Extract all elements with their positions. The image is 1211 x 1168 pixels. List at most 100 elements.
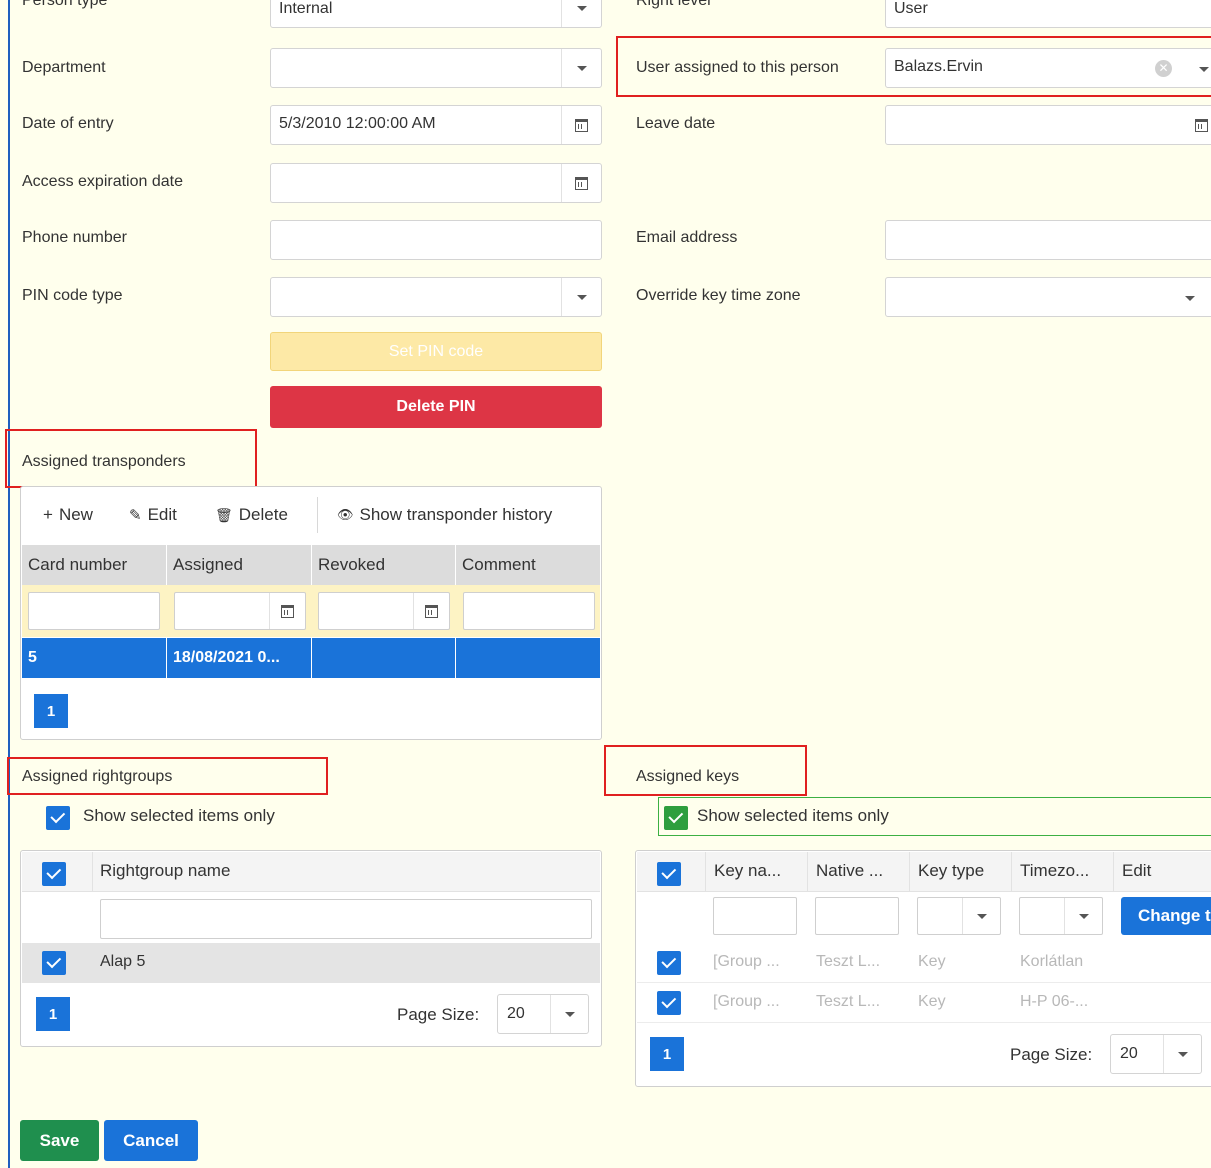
column-divider bbox=[909, 852, 910, 892]
calendar-icon[interactable] bbox=[561, 106, 601, 144]
column-header-comment[interactable]: Comment bbox=[456, 545, 600, 585]
calendar-icon[interactable] bbox=[1195, 119, 1208, 132]
email-input[interactable] bbox=[885, 220, 1211, 260]
chevron-down-icon[interactable] bbox=[1064, 898, 1102, 934]
calendar-icon[interactable] bbox=[561, 164, 601, 202]
page-size-label: Page Size: bbox=[1010, 1045, 1093, 1064]
cell-comment bbox=[456, 638, 600, 678]
chevron-down-icon[interactable] bbox=[561, 49, 601, 87]
eye-icon: 👁 bbox=[337, 507, 354, 522]
filter-card-number[interactable] bbox=[28, 592, 160, 630]
table-row[interactable]: [Group ... Teszt L... Key H-P 06-... bbox=[637, 983, 1211, 1023]
row-checkbox[interactable] bbox=[657, 951, 681, 975]
page-1-button[interactable]: 1 bbox=[650, 1037, 684, 1071]
show-history-button[interactable]: 👁 Show transponder history bbox=[337, 505, 552, 525]
cell-assigned: 18/08/2021 0... bbox=[167, 638, 312, 678]
column-divider bbox=[705, 852, 706, 892]
show-selected-keys-checkbox[interactable] bbox=[664, 806, 688, 830]
cell-key-name: [Group ... bbox=[713, 993, 780, 1010]
leave-date-input[interactable] bbox=[885, 105, 1211, 145]
edit-transponder-button[interactable]: ✎ Edit bbox=[129, 505, 177, 525]
set-pin-button[interactable]: Set PIN code bbox=[270, 332, 602, 371]
pin-type-select[interactable] bbox=[270, 277, 602, 317]
delete-transponder-button[interactable]: 🗑 Delete bbox=[215, 505, 288, 525]
page-size-label: Page Size: bbox=[397, 1005, 480, 1024]
chevron-down-icon[interactable] bbox=[561, 0, 601, 27]
department-select[interactable] bbox=[270, 48, 602, 88]
chevron-down-icon[interactable] bbox=[1185, 296, 1195, 301]
table-row[interactable]: Alap 5 bbox=[22, 943, 600, 983]
filter-key-type[interactable] bbox=[917, 897, 1001, 935]
page-1-button[interactable]: 1 bbox=[34, 694, 68, 728]
page-1-button[interactable]: 1 bbox=[36, 997, 70, 1031]
clear-icon[interactable]: ✕ bbox=[1155, 60, 1172, 77]
filter-key-name[interactable] bbox=[713, 897, 797, 935]
row-checkbox[interactable] bbox=[657, 991, 681, 1015]
calendar-icon[interactable] bbox=[269, 593, 305, 629]
access-expiration-label: Access expiration date bbox=[22, 173, 183, 190]
column-header-native[interactable]: Native ... bbox=[816, 861, 883, 881]
show-selected-rightgroups-label: Show selected items only bbox=[83, 806, 275, 825]
change-timezone-button[interactable]: Change t bbox=[1121, 897, 1211, 935]
history-label: Show transponder history bbox=[359, 505, 553, 524]
filter-revoked[interactable] bbox=[318, 592, 450, 630]
right-level-select[interactable]: User bbox=[885, 0, 1211, 28]
department-label: Department bbox=[22, 59, 106, 76]
user-assigned-value: Balazs.Ervin bbox=[894, 58, 983, 75]
page-size-value: 20 bbox=[507, 1005, 525, 1022]
transponders-header-row: Card number Assigned Revoked Comment bbox=[22, 545, 600, 585]
column-header-timezone[interactable]: Timezo... bbox=[1020, 861, 1089, 881]
phone-input[interactable] bbox=[270, 220, 602, 260]
date-of-entry-label: Date of entry bbox=[22, 115, 114, 132]
cancel-button[interactable]: Cancel bbox=[104, 1120, 198, 1161]
user-assigned-select[interactable]: Balazs.Ervin ✕ bbox=[885, 48, 1211, 88]
filter-timezone[interactable] bbox=[1019, 897, 1103, 935]
column-header-revoked[interactable]: Revoked bbox=[312, 545, 456, 585]
column-header-key-name[interactable]: Key na... bbox=[714, 861, 781, 881]
select-all-keys-checkbox[interactable] bbox=[657, 862, 681, 886]
right-level-value: User bbox=[894, 0, 928, 17]
table-row[interactable]: [Group ... Teszt L... Key Korlátlan bbox=[637, 943, 1211, 983]
cell-timezone: Korlátlan bbox=[1020, 953, 1084, 970]
new-label: New bbox=[58, 505, 93, 524]
select-all-rightgroups-checkbox[interactable] bbox=[42, 862, 66, 886]
window-left-border bbox=[8, 0, 10, 1168]
page-size-select[interactable]: 20 bbox=[497, 994, 589, 1034]
save-button[interactable]: Save bbox=[20, 1120, 99, 1161]
filter-assigned[interactable] bbox=[174, 592, 306, 630]
transponders-grid: + New ✎ Edit 🗑 Delete 👁 Show transponder… bbox=[20, 486, 602, 740]
transponders-filter-row bbox=[22, 585, 600, 637]
filter-comment[interactable] bbox=[463, 592, 595, 630]
column-header-rightgroup-name[interactable]: Rightgroup name bbox=[100, 861, 230, 881]
column-header-assigned[interactable]: Assigned bbox=[167, 545, 312, 585]
cell-revoked bbox=[312, 638, 456, 678]
delete-label: Delete bbox=[238, 505, 288, 524]
chevron-down-icon[interactable] bbox=[1163, 1035, 1201, 1073]
filter-native[interactable] bbox=[815, 897, 899, 935]
override-tz-select[interactable] bbox=[885, 277, 1211, 317]
right-level-label: Right level bbox=[636, 0, 711, 9]
chevron-down-icon[interactable] bbox=[561, 278, 601, 316]
email-label: Email address bbox=[636, 229, 738, 246]
column-header-edit: Edit bbox=[1122, 861, 1152, 880]
date-of-entry-input[interactable]: 5/3/2010 12:00:00 AM bbox=[270, 105, 602, 145]
column-header-key-type[interactable]: Key type bbox=[918, 861, 984, 881]
row-checkbox[interactable] bbox=[42, 951, 66, 975]
column-header-card-number[interactable]: Card number bbox=[22, 545, 167, 585]
access-expiration-input[interactable] bbox=[270, 163, 602, 203]
calendar-icon[interactable] bbox=[413, 593, 449, 629]
date-of-entry-value: 5/3/2010 12:00:00 AM bbox=[279, 115, 436, 132]
cell-key-type: Key bbox=[918, 953, 946, 970]
person-type-select[interactable]: Internal bbox=[270, 0, 602, 28]
delete-pin-button[interactable]: Delete PIN bbox=[270, 386, 602, 428]
cell-native: Teszt L... bbox=[816, 953, 881, 970]
page-size-select[interactable]: 20 bbox=[1110, 1034, 1202, 1074]
keys-title: Assigned keys bbox=[636, 768, 740, 785]
chevron-down-icon[interactable] bbox=[962, 898, 1000, 934]
table-row[interactable]: 5 18/08/2021 0... bbox=[22, 638, 600, 678]
new-transponder-button[interactable]: + New bbox=[43, 505, 93, 525]
chevron-down-icon[interactable] bbox=[550, 995, 588, 1033]
show-selected-rightgroups-checkbox[interactable] bbox=[46, 806, 70, 830]
filter-rightgroup-name[interactable] bbox=[100, 899, 592, 939]
chevron-down-icon[interactable] bbox=[1199, 67, 1209, 72]
